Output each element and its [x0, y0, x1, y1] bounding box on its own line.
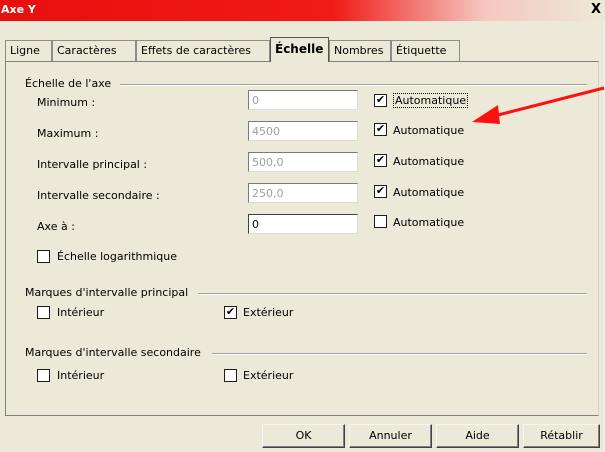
tab-label: Caractères [57, 44, 117, 57]
major-outer-label[interactable]: Extérieur [243, 306, 293, 319]
minor-interval-auto-label[interactable]: Automatique [393, 186, 464, 199]
group-separator [212, 353, 587, 355]
reset-button[interactable]: Rétablir [523, 424, 600, 448]
cancel-button[interactable]: Annuler [349, 424, 432, 448]
minimum-label-text: Minimum : [37, 96, 96, 109]
minimum-auto-label[interactable]: Automatique [393, 93, 469, 108]
tab-ligne[interactable]: Ligne [5, 40, 52, 61]
major-outer-checkbox[interactable]: ✔ [224, 306, 237, 319]
axis-at-auto-checkbox[interactable] [374, 215, 387, 228]
group-separator [120, 84, 587, 86]
axis-at-label: Axe à : [37, 220, 75, 233]
tab-effets[interactable]: Effets de caractères [136, 40, 270, 61]
tab-echelle[interactable]: Échelle [270, 37, 329, 62]
major-inner-checkbox[interactable] [37, 306, 50, 319]
minor-inner-label[interactable]: Intérieur [57, 369, 104, 382]
maximum-auto-checkbox[interactable]: ✔ [374, 123, 387, 136]
title-bar[interactable]: Axe Y X [0, 0, 605, 21]
axis-dialog: Axe Y X Ligne Caractères Effets de carac… [0, 0, 605, 452]
minimum-auto-checkbox[interactable]: ✔ [374, 94, 387, 107]
group-label-major-marks: Marques d'intervalle principal [25, 286, 193, 299]
minimum-field[interactable]: 0 [248, 90, 358, 110]
axis-at-field[interactable]: 0 [248, 214, 358, 234]
scale-tab-panel [5, 61, 599, 416]
help-button[interactable]: Aide [436, 424, 519, 448]
tab-label: Nombres [334, 44, 384, 57]
maximum-label: Maximum : [37, 127, 99, 140]
minor-interval-auto-checkbox[interactable]: ✔ [374, 185, 387, 198]
maximum-auto-label[interactable]: Automatique [393, 124, 464, 137]
tab-nombres[interactable]: Nombres [329, 40, 391, 61]
minor-outer-checkbox[interactable] [224, 369, 237, 382]
major-interval-auto-label[interactable]: Automatique [393, 155, 464, 168]
major-interval-label: Intervalle principal : [37, 158, 148, 171]
minor-interval-field[interactable]: 250,0 [248, 183, 358, 203]
ok-button[interactable]: OK [262, 424, 345, 448]
major-interval-field[interactable]: 500,0 [248, 152, 358, 172]
group-separator [198, 293, 587, 295]
axis-at-auto-label[interactable]: Automatique [393, 216, 464, 229]
minor-inner-checkbox[interactable] [37, 369, 50, 382]
major-inner-label[interactable]: Intérieur [57, 306, 104, 319]
minor-interval-label: Intervalle secondaire : [37, 189, 160, 202]
tab-etiquette[interactable]: Étiquette [391, 40, 460, 61]
tab-caracteres[interactable]: Caractères [52, 40, 136, 61]
tab-label: Échelle [275, 42, 324, 56]
minor-outer-label[interactable]: Extérieur [243, 369, 293, 382]
group-label-minor-marks: Marques d'intervalle secondaire [25, 346, 205, 359]
tab-label: Ligne [10, 44, 40, 57]
group-label-axis-scale: Échelle de l'axe [25, 77, 116, 90]
maximum-field[interactable]: 4500 [248, 121, 358, 141]
minimum-label: Minimum : [37, 96, 95, 109]
window-title: Axe Y [1, 3, 36, 16]
tab-label: Étiquette [396, 44, 447, 57]
tab-label: Effets de caractères [141, 44, 252, 57]
auto-label-text: Automatique [393, 93, 469, 108]
major-interval-auto-checkbox[interactable]: ✔ [374, 154, 387, 167]
log-scale-checkbox[interactable] [37, 250, 50, 263]
close-icon[interactable]: X [589, 2, 603, 18]
log-scale-label[interactable]: Échelle logarithmique [57, 250, 177, 263]
